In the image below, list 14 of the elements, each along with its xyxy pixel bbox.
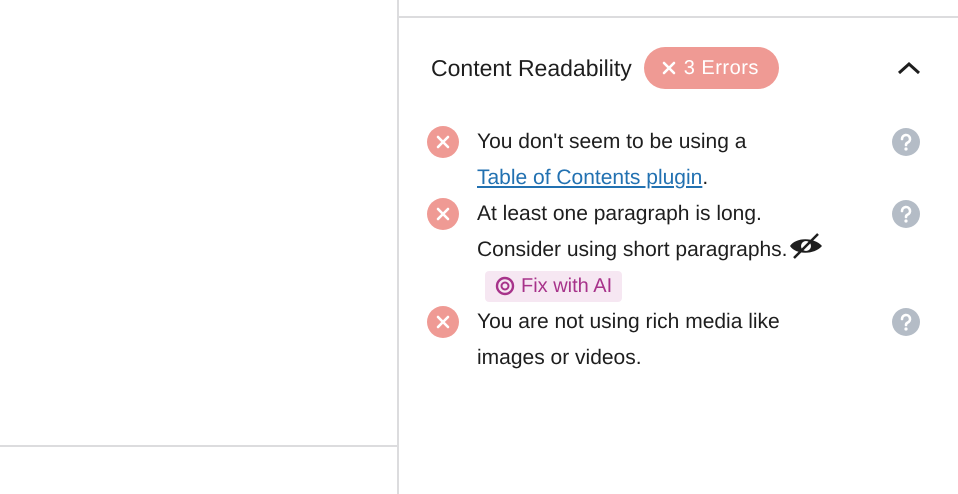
panel-title: Content Readability (431, 54, 632, 82)
check-message: At least one paragraph is long. Consider using short paragraphs. (477, 202, 788, 261)
close-icon (662, 61, 676, 75)
help-icon[interactable] (892, 308, 920, 336)
eye-slash-icon[interactable] (788, 232, 824, 260)
check-message: You don't seem to be using a Table of Contents plugin. (477, 130, 746, 189)
chevron-icon (896, 60, 922, 76)
fix-with-ai-button[interactable]: Fix with AI (485, 270, 622, 302)
help-icon[interactable] (892, 128, 920, 156)
check-message: You are not using rich media like images or videos. (477, 310, 780, 369)
plugin-link[interactable]: Table of Contents plugin (477, 166, 702, 189)
help-icon[interactable] (892, 200, 920, 228)
badge-label: 3 Errors (684, 56, 759, 80)
ai-icon (495, 276, 515, 296)
